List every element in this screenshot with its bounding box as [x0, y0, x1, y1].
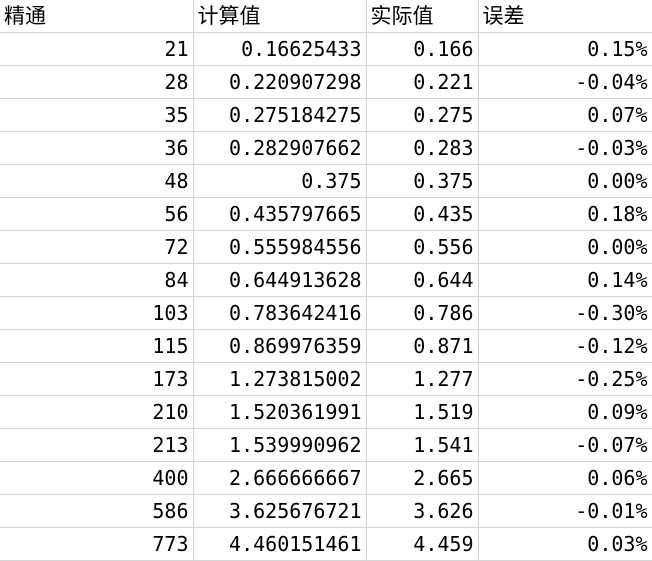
table-row: 84 0.644913628 0.644 0.14%	[0, 263, 652, 297]
actual-cell[interactable]: 3.626	[366, 494, 479, 528]
header-row: 精通 计算值 实际值 误差	[0, 0, 652, 33]
actual-cell[interactable]: 4.459	[366, 527, 479, 561]
actual-cell[interactable]: 0.283	[366, 131, 479, 165]
table-row: 72 0.555984556 0.556 0.00%	[0, 230, 652, 264]
error-cell[interactable]: 0.14%	[478, 263, 652, 297]
error-cell[interactable]: -0.07%	[478, 428, 652, 462]
error-cell[interactable]: -0.12%	[478, 329, 652, 363]
table-row: 48 0.375 0.375 0.00%	[0, 164, 652, 198]
calculated-cell[interactable]: 4.460151461	[193, 527, 367, 561]
actual-cell[interactable]: 0.786	[366, 296, 479, 330]
calculated-cell[interactable]: 0.555984556	[193, 230, 367, 264]
mastery-cell[interactable]: 28	[0, 65, 194, 99]
mastery-cell[interactable]: 84	[0, 263, 194, 297]
actual-cell[interactable]: 1.519	[366, 395, 479, 429]
error-cell[interactable]: 0.07%	[478, 98, 652, 132]
mastery-cell[interactable]: 115	[0, 329, 194, 363]
header-cell-error[interactable]: 误差	[478, 0, 652, 33]
table-row: 35 0.275184275 0.275 0.07%	[0, 98, 652, 132]
header-cell-actual[interactable]: 实际值	[366, 0, 479, 33]
mastery-cell[interactable]: 773	[0, 527, 194, 561]
table-row: 400 2.666666667 2.665 0.06%	[0, 461, 652, 495]
error-cell[interactable]: 0.09%	[478, 395, 652, 429]
table-row: 28 0.220907298 0.221 -0.04%	[0, 65, 652, 99]
mastery-cell[interactable]: 35	[0, 98, 194, 132]
table-body: 21 0.16625433 0.166 0.15% 28 0.220907298 0.221…	[0, 32, 652, 561]
calculated-cell[interactable]: 3.625676721	[193, 494, 367, 528]
actual-cell[interactable]: 0.221	[366, 65, 479, 99]
table-row: 586 3.625676721 3.626 -0.01%	[0, 494, 652, 528]
table-row: 36 0.282907662 0.283 -0.03%	[0, 131, 652, 165]
calculated-cell[interactable]: 1.273815002	[193, 362, 367, 396]
actual-cell[interactable]: 0.435	[366, 197, 479, 231]
table-row: 773 4.460151461 4.459 0.03%	[0, 527, 652, 561]
table-row: 21 0.16625433 0.166 0.15%	[0, 32, 652, 66]
table-row: 213 1.539990962 1.541 -0.07%	[0, 428, 652, 462]
mastery-cell[interactable]: 586	[0, 494, 194, 528]
actual-cell[interactable]: 0.166	[366, 32, 479, 66]
mastery-cell[interactable]: 56	[0, 197, 194, 231]
mastery-cell[interactable]: 21	[0, 32, 194, 66]
table-row: 173 1.273815002 1.277 -0.25%	[0, 362, 652, 396]
calculated-cell[interactable]: 0.644913628	[193, 263, 367, 297]
table-row: 115 0.869976359 0.871 -0.12%	[0, 329, 652, 363]
error-cell[interactable]: 0.15%	[478, 32, 652, 66]
header-cell-mastery[interactable]: 精通	[0, 0, 194, 33]
calculated-cell[interactable]: 0.220907298	[193, 65, 367, 99]
actual-cell[interactable]: 0.275	[366, 98, 479, 132]
error-cell[interactable]: -0.25%	[478, 362, 652, 396]
calculated-cell[interactable]: 1.539990962	[193, 428, 367, 462]
error-cell[interactable]: -0.30%	[478, 296, 652, 330]
mastery-cell[interactable]: 400	[0, 461, 194, 495]
mastery-cell[interactable]: 103	[0, 296, 194, 330]
mastery-cell[interactable]: 173	[0, 362, 194, 396]
error-cell[interactable]: -0.01%	[478, 494, 652, 528]
mastery-cell[interactable]: 213	[0, 428, 194, 462]
mastery-cell[interactable]: 72	[0, 230, 194, 264]
table-row: 103 0.783642416 0.786 -0.30%	[0, 296, 652, 330]
error-cell[interactable]: 0.06%	[478, 461, 652, 495]
calculated-cell[interactable]: 0.282907662	[193, 131, 367, 165]
spreadsheet-grid: 精通 计算值 实际值 误差 21 0.16625433 0.166 0.15% 28 0.…	[0, 0, 652, 561]
actual-cell[interactable]: 0.375	[366, 164, 479, 198]
table-row: 56 0.435797665 0.435 0.18%	[0, 197, 652, 231]
calculated-cell[interactable]: 0.783642416	[193, 296, 367, 330]
calculated-cell[interactable]: 0.16625433	[193, 32, 367, 66]
header-cell-calculated[interactable]: 计算值	[193, 0, 367, 33]
actual-cell[interactable]: 2.665	[366, 461, 479, 495]
actual-cell[interactable]: 0.871	[366, 329, 479, 363]
calculated-cell[interactable]: 0.375	[193, 164, 367, 198]
calculated-cell[interactable]: 1.520361991	[193, 395, 367, 429]
error-cell[interactable]: -0.04%	[478, 65, 652, 99]
error-cell[interactable]: -0.03%	[478, 131, 652, 165]
error-cell[interactable]: 0.03%	[478, 527, 652, 561]
calculated-cell[interactable]: 2.666666667	[193, 461, 367, 495]
calculated-cell[interactable]: 0.435797665	[193, 197, 367, 231]
table-row: 210 1.520361991 1.519 0.09%	[0, 395, 652, 429]
calculated-cell[interactable]: 0.869976359	[193, 329, 367, 363]
actual-cell[interactable]: 1.277	[366, 362, 479, 396]
mastery-cell[interactable]: 36	[0, 131, 194, 165]
calculated-cell[interactable]: 0.275184275	[193, 98, 367, 132]
mastery-cell[interactable]: 210	[0, 395, 194, 429]
error-cell[interactable]: 0.18%	[478, 197, 652, 231]
actual-cell[interactable]: 0.556	[366, 230, 479, 264]
error-cell[interactable]: 0.00%	[478, 230, 652, 264]
actual-cell[interactable]: 1.541	[366, 428, 479, 462]
actual-cell[interactable]: 0.644	[366, 263, 479, 297]
error-cell[interactable]: 0.00%	[478, 164, 652, 198]
mastery-cell[interactable]: 48	[0, 164, 194, 198]
